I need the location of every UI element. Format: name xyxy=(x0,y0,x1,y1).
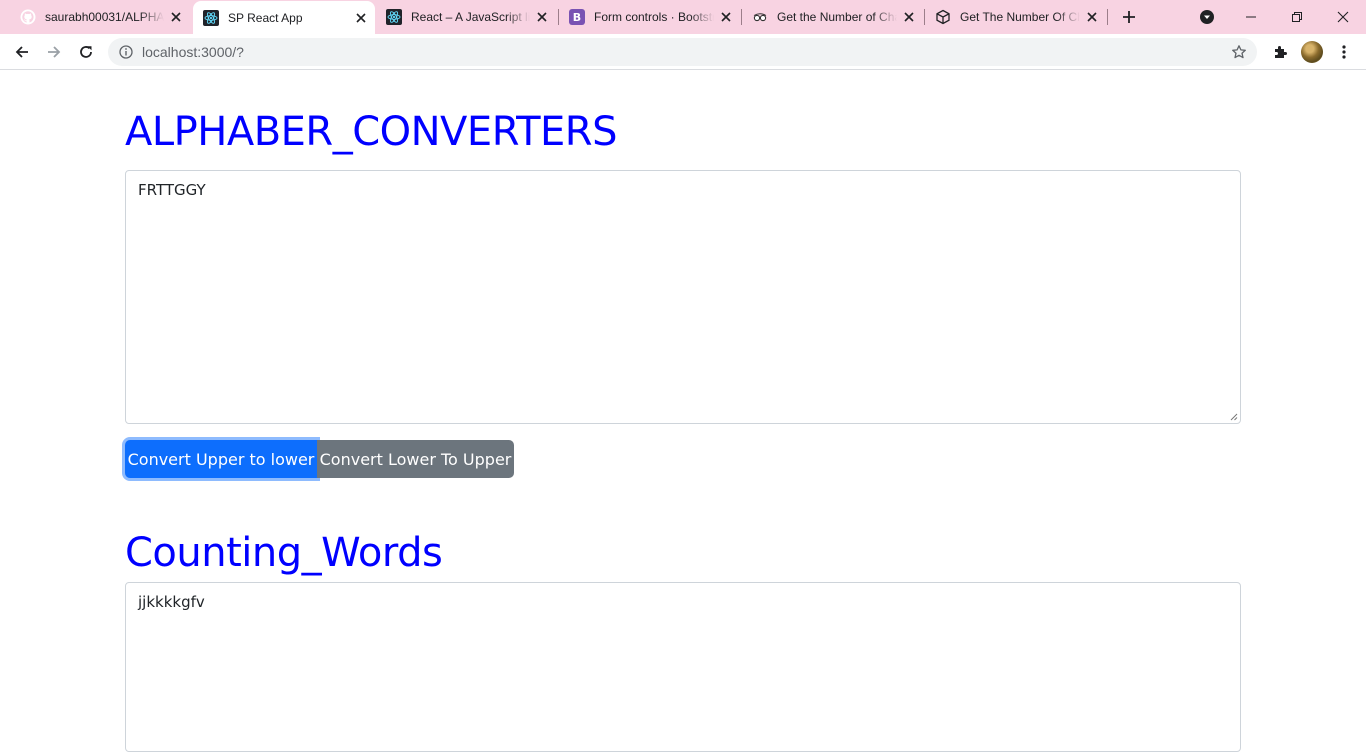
minimize-icon xyxy=(1246,16,1256,18)
tab-get-number-characters[interactable]: Get the Number of Characters xyxy=(742,0,923,34)
tab-title: Form controls · Bootstrap xyxy=(594,10,714,24)
plus-icon xyxy=(1123,11,1135,23)
converter-textarea[interactable]: FRTTGGY xyxy=(125,170,1241,424)
close-icon[interactable] xyxy=(901,9,917,25)
close-icon[interactable] xyxy=(168,9,184,25)
url-text[interactable]: localhost:3000/? xyxy=(142,44,1229,60)
glasses-icon xyxy=(752,9,768,25)
puzzle-icon xyxy=(1275,46,1287,58)
back-button[interactable] xyxy=(8,38,36,66)
bookmark-star-icon[interactable] xyxy=(1229,42,1249,62)
info-icon[interactable] xyxy=(118,44,134,60)
react-icon xyxy=(203,9,219,26)
close-icon[interactable] xyxy=(1084,9,1100,25)
github-icon xyxy=(20,9,36,25)
tab-title: saurabh00031/ALPHABER xyxy=(45,10,164,24)
more-vertical-icon xyxy=(1342,45,1346,59)
converter-textarea-value: FRTTGGY xyxy=(138,181,206,199)
restore-button[interactable] xyxy=(1274,0,1320,34)
tab-strip: saurabh00031/ALPHABER SP React App React… xyxy=(0,0,1366,34)
arrow-left-icon xyxy=(15,46,28,58)
tab-codesandbox[interactable]: Get The Number Of Characters xyxy=(925,0,1106,34)
close-icon[interactable] xyxy=(534,9,550,25)
browser-toolbar: localhost:3000/? xyxy=(0,34,1366,70)
counting-words-textarea[interactable]: jjkkkkgfv xyxy=(125,582,1241,752)
address-bar[interactable]: localhost:3000/? xyxy=(108,38,1257,66)
close-icon xyxy=(1337,11,1349,23)
tab-title: Get The Number Of Characters xyxy=(960,10,1080,24)
profile-avatar[interactable] xyxy=(1301,41,1323,63)
extensions-button[interactable] xyxy=(1266,38,1294,66)
page-content: ALPHABER_CONVERTERS FRTTGGY Convert Uppe… xyxy=(0,71,1366,752)
tab-title: SP React App xyxy=(228,10,303,25)
tab-react-docs[interactable]: React – A JavaScript library xyxy=(376,0,556,34)
codesandbox-icon xyxy=(935,9,951,25)
restore-icon xyxy=(1292,12,1302,22)
close-icon[interactable] xyxy=(718,9,734,25)
counting-words-textarea-value: jjkkkkgfv xyxy=(138,593,205,611)
svg-text:B: B xyxy=(573,11,581,24)
tab-search-button[interactable] xyxy=(1195,0,1219,34)
new-tab-button[interactable] xyxy=(1116,0,1142,34)
tab-sp-react-app[interactable]: SP React App xyxy=(193,1,375,34)
tab-separator xyxy=(1107,9,1108,25)
reload-icon xyxy=(80,46,92,58)
tab-github[interactable]: saurabh00031/ALPHABER xyxy=(10,0,190,34)
convert-upper-to-lower-button[interactable]: Convert Upper to lower xyxy=(125,440,317,478)
minimize-button[interactable] xyxy=(1228,0,1274,34)
chevron-down-icon xyxy=(1200,10,1214,24)
react-icon xyxy=(386,9,402,25)
resize-grip-icon[interactable] xyxy=(1229,412,1238,421)
tab-title: Get the Number of Characters xyxy=(777,10,897,24)
bootstrap-icon: B xyxy=(569,9,585,25)
menu-button[interactable] xyxy=(1330,38,1358,66)
arrow-right-icon xyxy=(48,46,61,58)
close-icon[interactable] xyxy=(353,10,369,26)
convert-lower-to-upper-button[interactable]: Convert Lower To Upper xyxy=(317,440,514,478)
tab-title: React – A JavaScript library xyxy=(411,10,530,24)
converter-heading: ALPHABER_CONVERTERS xyxy=(125,109,617,155)
counting-words-heading: Counting_Words xyxy=(125,530,443,576)
close-window-button[interactable] xyxy=(1320,0,1366,34)
forward-button[interactable] xyxy=(40,38,68,66)
reload-button[interactable] xyxy=(72,38,100,66)
tab-bootstrap[interactable]: B Form controls · Bootstrap xyxy=(559,0,740,34)
